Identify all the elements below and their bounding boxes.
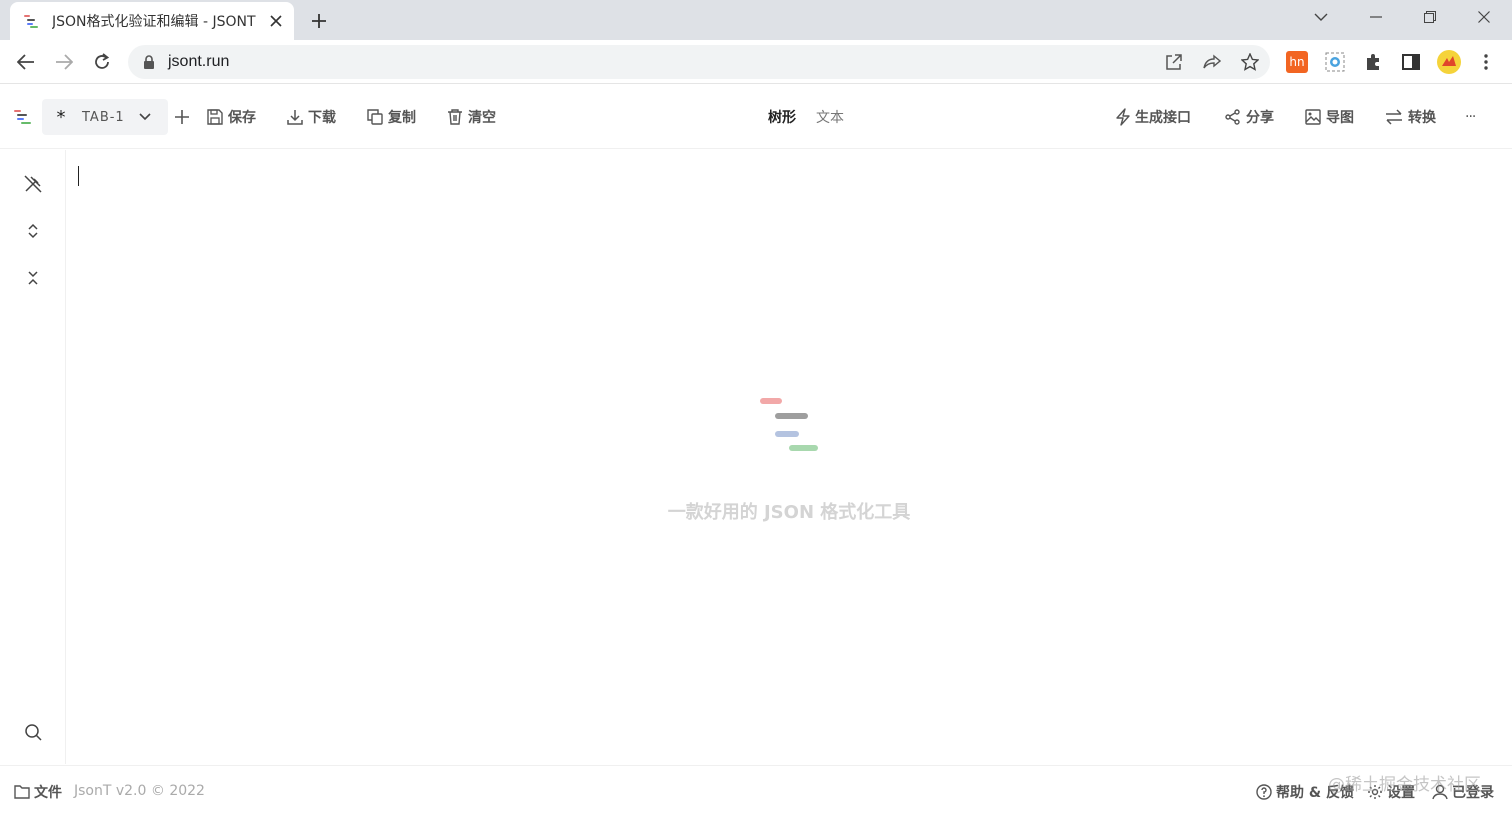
copy-icon [367, 109, 383, 125]
side-rail [0, 150, 66, 764]
browser-tab-title: JSON格式化验证和编辑 - JSONT [52, 14, 256, 30]
format-tool-icon[interactable] [21, 172, 45, 196]
document-tab-selector[interactable]: * TAB-1 [42, 99, 168, 135]
status-footer: 文件 JsonT v2.0 © 2022 帮助 & 反馈 设置 已登录 @稀土掘… [0, 765, 1512, 814]
app-logo-icon[interactable] [14, 105, 32, 129]
more-menu-button[interactable]: ··· [1465, 105, 1476, 129]
copy-button[interactable]: 复制 [367, 105, 416, 129]
profile-avatar-icon[interactable] [1437, 50, 1461, 74]
folder-icon [14, 785, 30, 799]
plus-icon [175, 110, 189, 124]
add-tab-button[interactable] [175, 105, 189, 129]
browser-tabstrip: JSON格式化验证和编辑 - JSONT [0, 0, 1512, 40]
extensions-puzzle-icon[interactable] [1361, 50, 1385, 74]
browser-toolbar: jsont.run hn [0, 40, 1512, 84]
reload-icon[interactable] [87, 47, 117, 77]
address-bar[interactable]: jsont.run [128, 45, 1270, 79]
empty-state-tagline: 一款好用的 JSON 格式化工具 [667, 502, 911, 523]
lock-icon [144, 55, 154, 69]
jsont-favicon-icon [24, 11, 44, 31]
lightning-icon [1116, 108, 1130, 126]
files-button[interactable]: 文件 [14, 782, 62, 802]
save-icon [207, 109, 223, 125]
generate-api-button[interactable]: 生成接口 [1116, 105, 1191, 129]
tab-tree-view[interactable]: 树形 [768, 107, 796, 127]
download-icon [287, 110, 303, 125]
convert-button[interactable]: 转换 [1385, 105, 1436, 129]
tab-text-view[interactable]: 文本 [816, 107, 844, 127]
text-caret [78, 166, 79, 186]
swap-arrows-icon [1386, 109, 1402, 125]
hn-extension-icon[interactable]: hn [1285, 50, 1309, 74]
restore-icon[interactable] [1403, 0, 1457, 34]
help-circle-icon [1256, 784, 1272, 800]
export-image-button[interactable]: 导图 [1305, 105, 1354, 129]
download-button[interactable]: 下载 [287, 105, 336, 129]
browser-menu-icon[interactable] [1474, 50, 1498, 74]
json-editor[interactable]: 一款好用的 JSON 格式化工具 [66, 150, 1512, 764]
empty-state-logo-icon [760, 398, 818, 451]
unsaved-marker: * [56, 106, 66, 128]
new-tab-button[interactable] [306, 8, 332, 34]
side-panel-icon[interactable] [1399, 50, 1423, 74]
clear-button[interactable]: 清空 [447, 105, 496, 129]
minimize-icon[interactable] [1349, 0, 1403, 34]
document-tab-name: TAB-1 [82, 109, 125, 125]
bookmark-star-icon[interactable] [1240, 52, 1260, 72]
browser-tab[interactable]: JSON格式化验证和编辑 - JSONT [10, 2, 294, 40]
version-text: JsonT v2.0 © 2022 [74, 783, 205, 799]
tab-search-icon[interactable] [1294, 0, 1348, 34]
close-tab-icon[interactable] [268, 13, 284, 29]
trash-icon [448, 109, 462, 125]
image-icon [1305, 109, 1321, 125]
screenshot-extension-icon[interactable] [1323, 50, 1347, 74]
save-button[interactable]: 保存 [207, 105, 256, 129]
url-text: jsont.run [168, 53, 230, 70]
open-in-app-icon[interactable] [1164, 52, 1184, 72]
share-icon [1225, 109, 1240, 125]
close-window-icon[interactable] [1457, 0, 1511, 34]
share-page-icon[interactable] [1202, 52, 1222, 72]
forward-icon[interactable] [49, 47, 79, 77]
collapse-all-icon[interactable] [21, 266, 45, 290]
app-toolbar: * TAB-1 保存 下载 复制 清空 树形 文本 生成接口 分享 导图 转换 … [0, 85, 1512, 149]
expand-all-icon[interactable] [21, 219, 45, 243]
site-watermark: @稀土掘金技术社区 [1328, 775, 1481, 795]
search-icon[interactable] [21, 720, 45, 744]
chevron-down-icon [139, 113, 151, 121]
share-button[interactable]: 分享 [1225, 105, 1274, 129]
back-icon[interactable] [11, 47, 41, 77]
